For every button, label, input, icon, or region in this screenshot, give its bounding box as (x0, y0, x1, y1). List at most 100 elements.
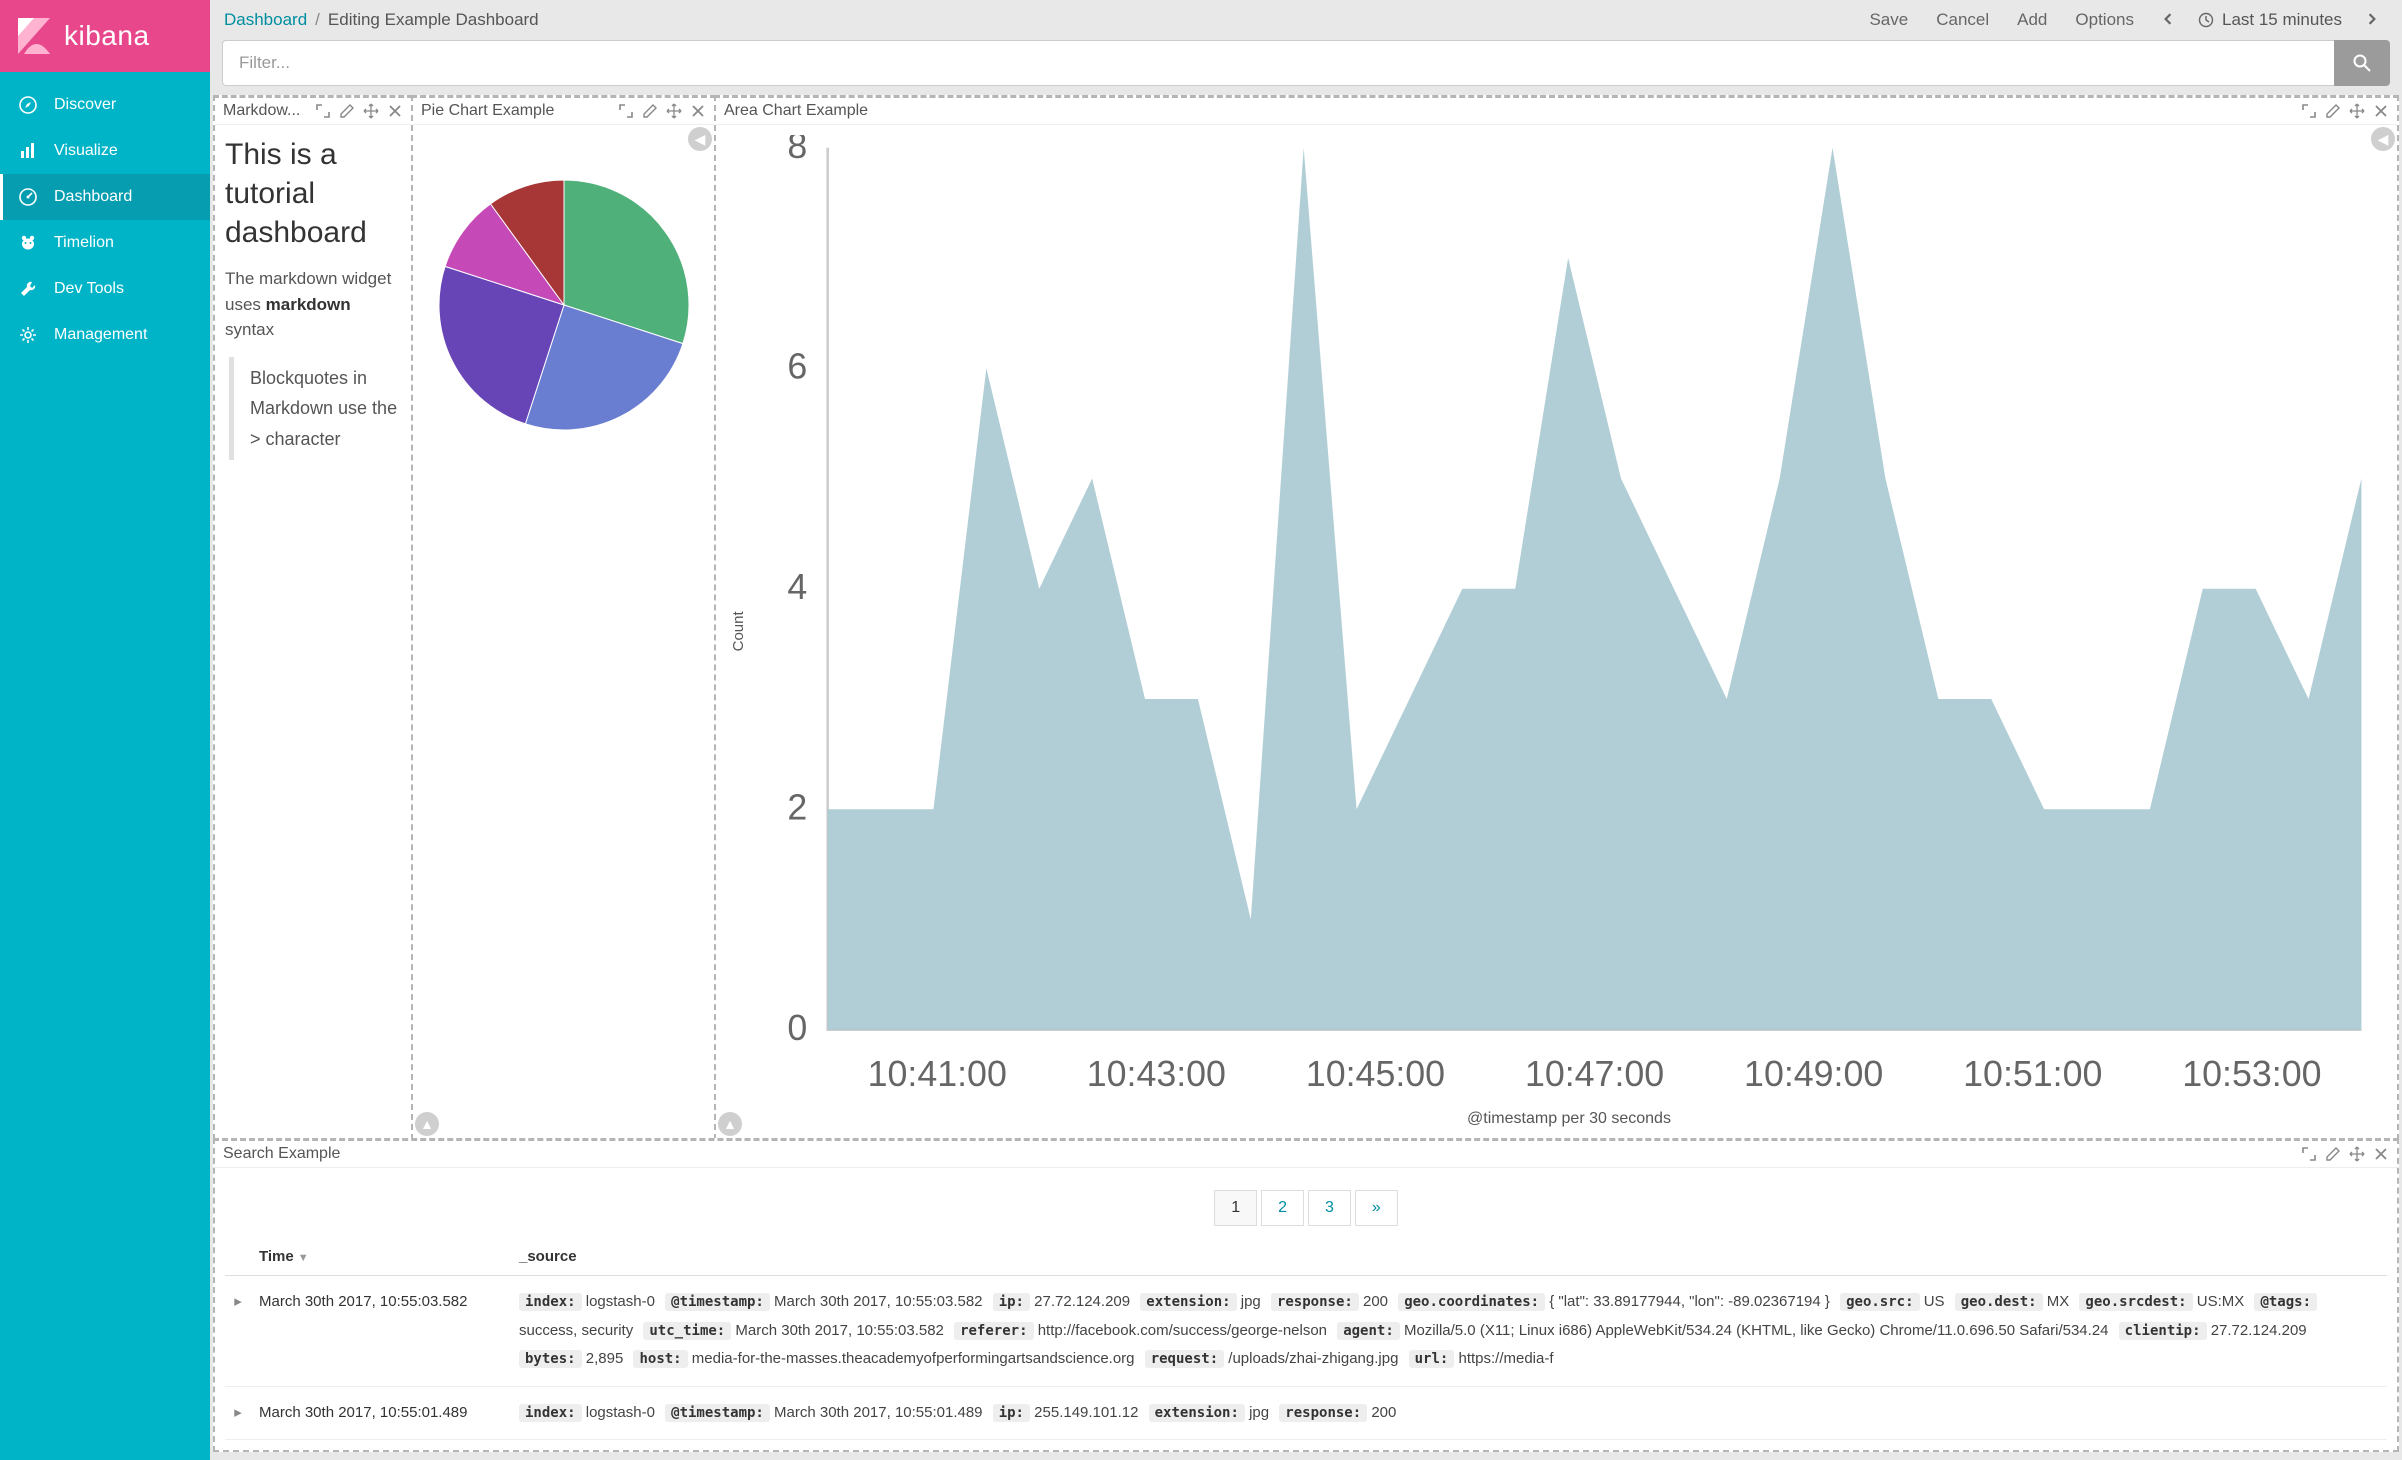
panel-title: Area Chart Example (724, 102, 2297, 120)
filter-input[interactable] (222, 40, 2334, 86)
filter-submit-button[interactable] (2334, 40, 2390, 86)
move-icon[interactable] (666, 103, 682, 119)
legend-expand-up-icon[interactable]: ▲ (415, 1112, 439, 1136)
breadcrumb-sep: / (315, 10, 320, 30)
panel-title: Markdow... (223, 102, 311, 120)
time-next-button[interactable] (2356, 8, 2388, 32)
cell-source: index: logstash-0 @timestamp: March 30th… (511, 1386, 2387, 1440)
sidebar-item-timelion[interactable]: Timelion (0, 220, 210, 266)
topbar: Dashboard / Editing Example Dashboard Sa… (210, 0, 2402, 40)
svg-text:10:41:00: 10:41:00 (868, 1054, 1007, 1094)
brand[interactable]: kibana (0, 0, 210, 72)
time-picker[interactable]: Last 15 minutes (2192, 10, 2348, 30)
svg-text:8: 8 (787, 135, 807, 166)
legend-collapse-left-icon[interactable]: ◀ (688, 127, 712, 151)
svg-text:10:51:00: 10:51:00 (1963, 1054, 2102, 1094)
pie-chart (434, 175, 694, 435)
area-xlabel: @timestamp per 30 seconds (751, 1106, 2387, 1128)
panel-search: Search Example 123» (213, 1138, 2399, 1452)
nav-label: Dashboard (54, 188, 132, 206)
nav-label: Visualize (54, 142, 118, 160)
brand-name: kibana (64, 20, 150, 52)
options-button[interactable]: Options (2065, 8, 2144, 32)
svg-text:10:49:00: 10:49:00 (1744, 1054, 1883, 1094)
svg-text:10:45:00: 10:45:00 (1306, 1054, 1445, 1094)
edit-icon[interactable] (2325, 103, 2341, 119)
edit-icon[interactable] (339, 103, 355, 119)
pager: 123» (225, 1178, 2387, 1238)
pager-page-1: 1 (1214, 1190, 1257, 1226)
cancel-button[interactable]: Cancel (1926, 8, 1999, 32)
markdown-paragraph: The markdown widget uses markdown syntax (225, 266, 401, 343)
sidebar-item-visualize[interactable]: Visualize (0, 128, 210, 174)
panel-area: Area Chart Example ◀ ▲ Count (714, 95, 2399, 1140)
svg-text:10:47:00: 10:47:00 (1525, 1054, 1664, 1094)
cell-time: March 30th 2017, 10:55:03.582 (251, 1276, 511, 1387)
sidebar-item-discover[interactable]: Discover (0, 82, 210, 128)
expand-row-button[interactable]: ▸ (225, 1276, 251, 1387)
sidebar-item-management[interactable]: Management (0, 312, 210, 358)
wrench-icon (18, 279, 38, 299)
pager-page-2[interactable]: 2 (1261, 1190, 1304, 1226)
sidebar-item-dashboard[interactable]: Dashboard (0, 174, 210, 220)
edit-icon[interactable] (2325, 1146, 2341, 1162)
expand-icon[interactable] (2301, 1146, 2317, 1162)
close-icon[interactable] (2373, 103, 2389, 119)
panel-title: Pie Chart Example (421, 102, 614, 120)
kibana-logo-icon (14, 16, 54, 56)
expand-icon[interactable] (2301, 103, 2317, 119)
legend-collapse-left-icon[interactable]: ◀ (2371, 127, 2395, 151)
chevron-right-icon (2366, 13, 2378, 25)
svg-text:6: 6 (787, 346, 807, 386)
cell-time: March 30th 2017, 10:55:01.489 (251, 1386, 511, 1440)
compass-icon (18, 95, 38, 115)
add-button[interactable]: Add (2007, 8, 2057, 32)
chevron-left-icon (2162, 13, 2174, 25)
col-time[interactable]: Time▼ (251, 1238, 511, 1276)
filter-bar (210, 40, 2402, 96)
markdown-heading: This is a tutorial dashboard (225, 135, 401, 252)
pager-next[interactable]: » (1355, 1190, 1398, 1226)
bear-icon (18, 233, 38, 253)
svg-text:10:43:00: 10:43:00 (1087, 1054, 1226, 1094)
panel-title: Search Example (223, 1145, 2297, 1163)
nav-label: Discover (54, 96, 116, 114)
sidebar-item-dev-tools[interactable]: Dev Tools (0, 266, 210, 312)
nav-label: Dev Tools (54, 280, 124, 298)
table-row: ▸March 30th 2017, 10:55:01.489index: log… (225, 1386, 2387, 1440)
close-icon[interactable] (2373, 1146, 2389, 1162)
svg-text:10:53:00: 10:53:00 (2182, 1054, 2321, 1094)
panel-markdown: Markdow... This is a tutorial dashboard … (213, 95, 413, 1140)
time-prev-button[interactable] (2152, 8, 2184, 32)
time-picker-label: Last 15 minutes (2222, 10, 2342, 30)
expand-icon[interactable] (315, 103, 331, 119)
close-icon[interactable] (387, 103, 403, 119)
expand-row-button[interactable]: ▸ (225, 1386, 251, 1440)
markdown-blockquote: Blockquotes in Markdown use the > charac… (229, 357, 401, 461)
col-source[interactable]: _source (511, 1238, 2387, 1276)
close-icon[interactable] (690, 103, 706, 119)
expand-icon[interactable] (618, 103, 634, 119)
bar-icon (18, 141, 38, 161)
pager-page-3[interactable]: 3 (1308, 1190, 1351, 1226)
save-button[interactable]: Save (1859, 8, 1918, 32)
svg-text:0: 0 (787, 1008, 807, 1048)
sidebar: kibana Discover Visualize Dashboard Timelio… (0, 0, 210, 1460)
table-row: ▸March 30th 2017, 10:55:03.582index: log… (225, 1276, 2387, 1387)
main: Dashboard / Editing Example Dashboard Sa… (210, 0, 2402, 1460)
dashboard-grid: Markdow... This is a tutorial dashboard … (210, 96, 2402, 1451)
svg-text:2: 2 (787, 787, 807, 827)
move-icon[interactable] (2349, 1146, 2365, 1162)
doc-table: Time▼ _source ▸March 30th 2017, 10:55:03… (225, 1238, 2387, 1440)
sort-desc-icon: ▼ (298, 1252, 309, 1264)
area-chart: 0246810:41:0010:43:0010:45:0010:47:0010:… (751, 135, 2387, 1106)
nav-label: Management (54, 326, 147, 344)
breadcrumb-root[interactable]: Dashboard (224, 10, 307, 30)
move-icon[interactable] (363, 103, 379, 119)
move-icon[interactable] (2349, 103, 2365, 119)
nav-label: Timelion (54, 234, 114, 252)
breadcrumb-current: Editing Example Dashboard (328, 10, 539, 30)
nav: Discover Visualize Dashboard Timelion Dev To… (0, 72, 210, 358)
area-ylabel: Count (726, 135, 751, 1128)
edit-icon[interactable] (642, 103, 658, 119)
